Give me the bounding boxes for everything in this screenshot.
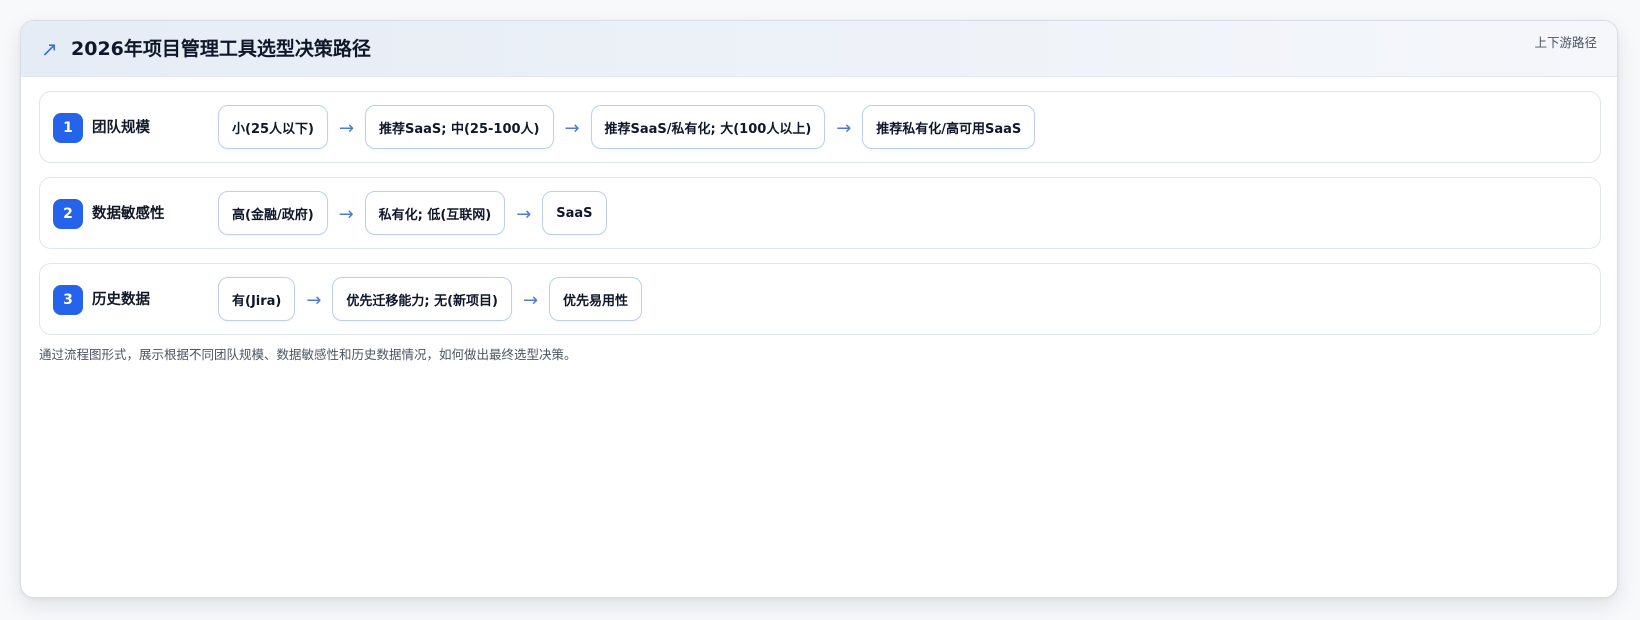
flow-node: 有(Jira): [218, 277, 296, 321]
row-label: 数据敏感性: [92, 206, 165, 222]
flow-node: 私有化; 低(互联网): [364, 191, 506, 235]
decision-rows: 1 团队规模 小(25人以下) → 推荐SaaS; 中(25-100人) → 推…: [39, 91, 1601, 349]
trend-arrow-icon: ↗: [41, 37, 58, 61]
path-type-tag: 上下游路径: [1534, 35, 1597, 50]
diagram-caption: 通过流程图形式，展示根据不同团队规模、数据敏感性和历史数据情况，如何做出最终选型…: [39, 347, 577, 362]
decision-row-history-data: 3 历史数据 有(Jira) → 优先迁移能力; 无(新项目) → 优先易用性: [39, 263, 1601, 335]
flow-sequence: 有(Jira) → 优先迁移能力; 无(新项目) → 优先易用性: [218, 276, 642, 322]
flow-node: 优先迁移能力; 无(新项目): [332, 277, 512, 321]
flow-node: 小(25人以下): [218, 105, 328, 149]
flow-node: 推荐SaaS/私有化; 大(100人以上): [590, 105, 826, 149]
decision-row-data-sensitivity: 2 数据敏感性 高(金融/政府) → 私有化; 低(互联网) → SaaS: [39, 177, 1601, 249]
decision-path-card: ↗ 2026年项目管理工具选型决策路径 上下游路径 1 团队规模 小(25人以下…: [20, 20, 1618, 598]
flow-arrow-icon: →: [522, 290, 539, 311]
step-badge: 3: [53, 285, 83, 315]
flow-arrow-icon: →: [516, 204, 532, 225]
flow-node: 推荐私有化/高可用SaaS: [862, 105, 1036, 149]
flow-arrow-icon: →: [564, 118, 580, 139]
flow-sequence: 高(金融/政府) → 私有化; 低(互联网) → SaaS: [218, 190, 607, 236]
decision-row-team-size: 1 团队规模 小(25人以下) → 推荐SaaS; 中(25-100人) → 推…: [39, 91, 1601, 163]
flow-arrow-icon: →: [306, 290, 322, 311]
flow-arrow-icon: →: [836, 118, 852, 139]
flow-sequence: 小(25人以下) → 推荐SaaS; 中(25-100人) → 推荐SaaS/私…: [218, 104, 1036, 150]
card-title: 2026年项目管理工具选型决策路径: [71, 38, 371, 60]
flow-node: 推荐SaaS; 中(25-100人): [364, 105, 554, 149]
row-label: 团队规模: [92, 120, 150, 136]
row-label: 历史数据: [92, 292, 150, 308]
flow-node: 高(金融/政府): [218, 191, 328, 235]
step-badge: 1: [53, 113, 83, 143]
card-header: ↗ 2026年项目管理工具选型决策路径 上下游路径: [21, 21, 1617, 77]
flow-node: SaaS: [542, 191, 607, 235]
flow-arrow-icon: →: [338, 204, 354, 225]
flow-arrow-icon: →: [338, 118, 355, 139]
step-badge: 2: [53, 199, 83, 229]
flow-node: 优先易用性: [548, 277, 642, 321]
